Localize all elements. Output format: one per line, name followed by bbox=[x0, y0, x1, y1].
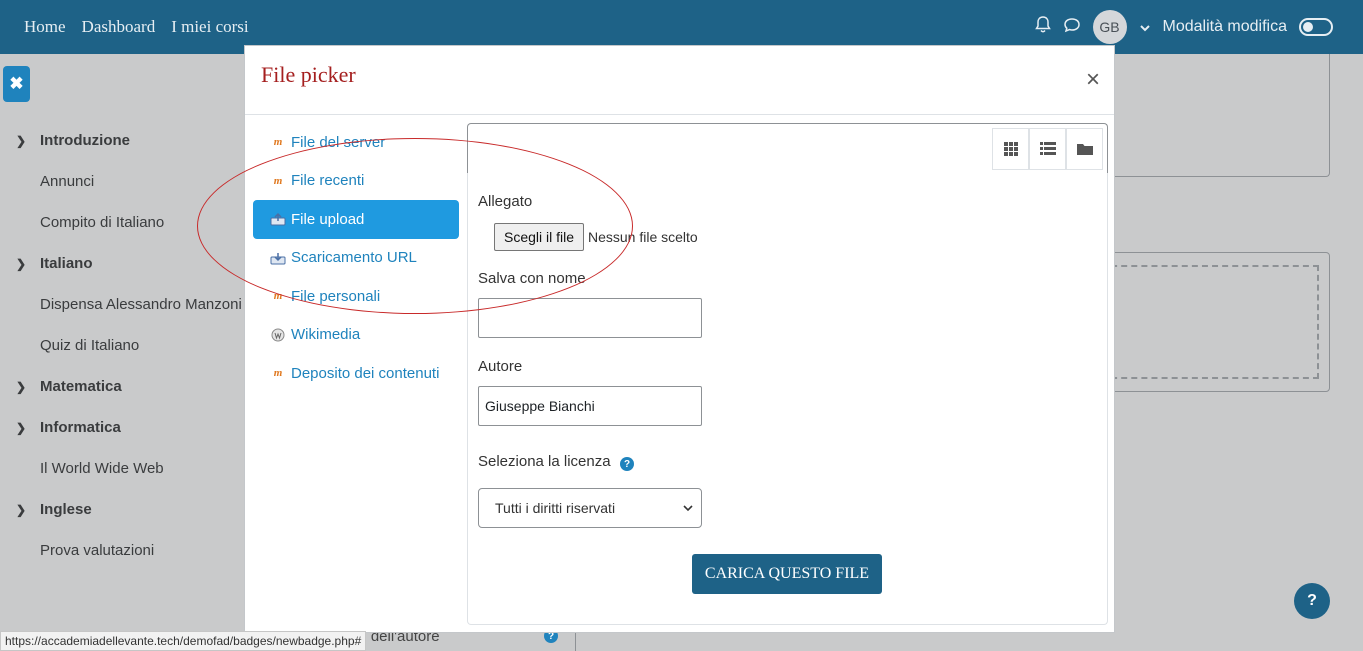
help-icon[interactable]: ? bbox=[620, 457, 634, 471]
chevron-down-icon[interactable]: ❯ bbox=[16, 503, 32, 517]
save-as-label: Salva con nome bbox=[478, 270, 586, 287]
author-label: Autore bbox=[478, 358, 523, 375]
chevron-down-icon bbox=[683, 501, 693, 515]
author-input[interactable] bbox=[478, 386, 702, 426]
edit-mode-label: Modalità modifica bbox=[1162, 18, 1288, 35]
close-icon[interactable]: × bbox=[1086, 68, 1100, 92]
course-section-italiano[interactable]: ❯ Italiano bbox=[0, 243, 245, 284]
background-dropzone bbox=[1100, 252, 1330, 392]
section-label: Italiano bbox=[40, 255, 93, 272]
url-download-icon bbox=[269, 250, 287, 266]
repo-wikimedia[interactable]: Wikimedia bbox=[253, 316, 459, 355]
upload-icon bbox=[269, 211, 287, 227]
license-selected-value: Tutti i diritti riservati bbox=[495, 500, 616, 516]
upload-file-button[interactable]: CARICA QUESTO FILE bbox=[692, 554, 882, 594]
repo-label: File recenti bbox=[291, 172, 365, 190]
course-activity-compito-italiano[interactable]: Compito di Italiano bbox=[0, 202, 245, 243]
background-divider bbox=[575, 632, 576, 651]
course-activity-quiz-italiano[interactable]: Quiz di Italiano bbox=[0, 325, 245, 366]
folder-view-icon bbox=[1076, 144, 1093, 155]
close-icon: ✖ bbox=[9, 74, 24, 93]
repo-file-upload[interactable]: File upload bbox=[253, 200, 459, 239]
bell-icon[interactable] bbox=[1034, 16, 1051, 38]
course-section-introduzione[interactable]: ❯ Introduzione bbox=[0, 120, 245, 161]
license-select[interactable]: Tutti i diritti riservati bbox=[478, 488, 702, 528]
nav-dashboard-link[interactable]: Dashboard bbox=[82, 17, 156, 37]
repo-label: File del server bbox=[291, 133, 386, 151]
help-fab-button[interactable]: ? bbox=[1294, 583, 1330, 619]
avatar[interactable]: GB bbox=[1092, 10, 1127, 44]
upload-form: Allegato Scegli il file Nessun file scel… bbox=[467, 173, 1108, 625]
chevron-down-icon[interactable]: ❯ bbox=[16, 421, 32, 435]
list-view-icon bbox=[1039, 142, 1056, 155]
course-activity-dispensa-manzoni[interactable]: Dispensa Alessandro Manzoni bbox=[0, 284, 245, 325]
status-bar-url: https://accademiadellevante.tech/demofad… bbox=[0, 631, 367, 651]
repo-label: File upload bbox=[291, 210, 365, 228]
chevron-down-icon[interactable]: ❯ bbox=[16, 380, 32, 394]
question-icon: ? bbox=[1307, 592, 1317, 609]
wikimedia-icon bbox=[269, 327, 287, 343]
close-drawer-button[interactable]: ✖ bbox=[3, 66, 30, 102]
modal-title: File picker bbox=[261, 62, 356, 87]
dropzone-dashed-border bbox=[1101, 265, 1319, 379]
course-activity-annunci[interactable]: Annunci bbox=[0, 161, 245, 202]
edit-mode-toggle[interactable] bbox=[1299, 18, 1333, 36]
course-activity-world-wide-web[interactable]: Il World Wide Web bbox=[0, 448, 245, 489]
moodle-icon: m bbox=[273, 174, 283, 187]
no-file-chosen-text: Nessun file scelto bbox=[588, 229, 698, 245]
repo-file-recenti[interactable]: m File recenti bbox=[253, 162, 459, 201]
nav-my-courses-link[interactable]: I miei corsi bbox=[171, 17, 248, 37]
repo-deposito-contenuti[interactable]: m Deposito dei contenuti bbox=[253, 354, 459, 393]
section-label: Inglese bbox=[40, 501, 92, 518]
view-switcher bbox=[992, 128, 1103, 170]
repo-label: Wikimedia bbox=[291, 326, 361, 344]
attachment-label: Allegato bbox=[478, 193, 533, 210]
repository-list: m File del server m File recenti File up… bbox=[253, 123, 459, 393]
chevron-down-icon[interactable] bbox=[1139, 19, 1151, 36]
section-label: Matematica bbox=[40, 378, 122, 395]
repo-scaricamento-url[interactable]: Scaricamento URL bbox=[253, 239, 459, 278]
save-as-input[interactable] bbox=[478, 298, 702, 338]
repo-label: Scaricamento URL bbox=[291, 249, 417, 267]
repo-file-personali[interactable]: m File personali bbox=[253, 277, 459, 316]
moodle-icon: m bbox=[273, 367, 283, 380]
moodle-icon: m bbox=[273, 136, 283, 149]
course-section-inglese[interactable]: ❯ Inglese bbox=[0, 489, 245, 530]
chevron-down-icon[interactable]: ❯ bbox=[16, 257, 32, 271]
choose-file-button[interactable]: Scegli il file bbox=[494, 223, 584, 251]
modal-header-divider bbox=[245, 114, 1114, 115]
folder-view-button[interactable] bbox=[1066, 128, 1103, 170]
course-index: ❯ Introduzione Annunci Compito di Italian… bbox=[0, 120, 245, 571]
grid-view-button[interactable] bbox=[992, 128, 1029, 170]
repo-label: File personali bbox=[291, 287, 381, 305]
course-activity-prova-valutazioni[interactable]: Prova valutazioni bbox=[0, 530, 245, 571]
nav-home-link[interactable]: Home bbox=[24, 17, 66, 37]
repo-file-del-server[interactable]: m File del server bbox=[253, 123, 459, 162]
background-textarea bbox=[1100, 54, 1330, 177]
course-section-informatica[interactable]: ❯ Informatica bbox=[0, 407, 245, 448]
section-label: Informatica bbox=[40, 419, 121, 436]
file-picker-toolbar bbox=[467, 123, 1108, 173]
moodle-icon: m bbox=[273, 290, 283, 303]
list-view-button[interactable] bbox=[1029, 128, 1066, 170]
license-label: Seleziona la licenza bbox=[478, 453, 611, 470]
section-label: Introduzione bbox=[40, 132, 130, 149]
course-section-matematica[interactable]: ❯ Matematica bbox=[0, 366, 245, 407]
chat-icon[interactable] bbox=[1063, 17, 1081, 37]
grid-view-icon bbox=[1003, 142, 1018, 156]
chevron-down-icon[interactable]: ❯ bbox=[16, 134, 32, 148]
repo-label: Deposito dei contenuti bbox=[291, 364, 440, 382]
file-picker-modal: File picker × m File del server m File r… bbox=[244, 45, 1115, 633]
